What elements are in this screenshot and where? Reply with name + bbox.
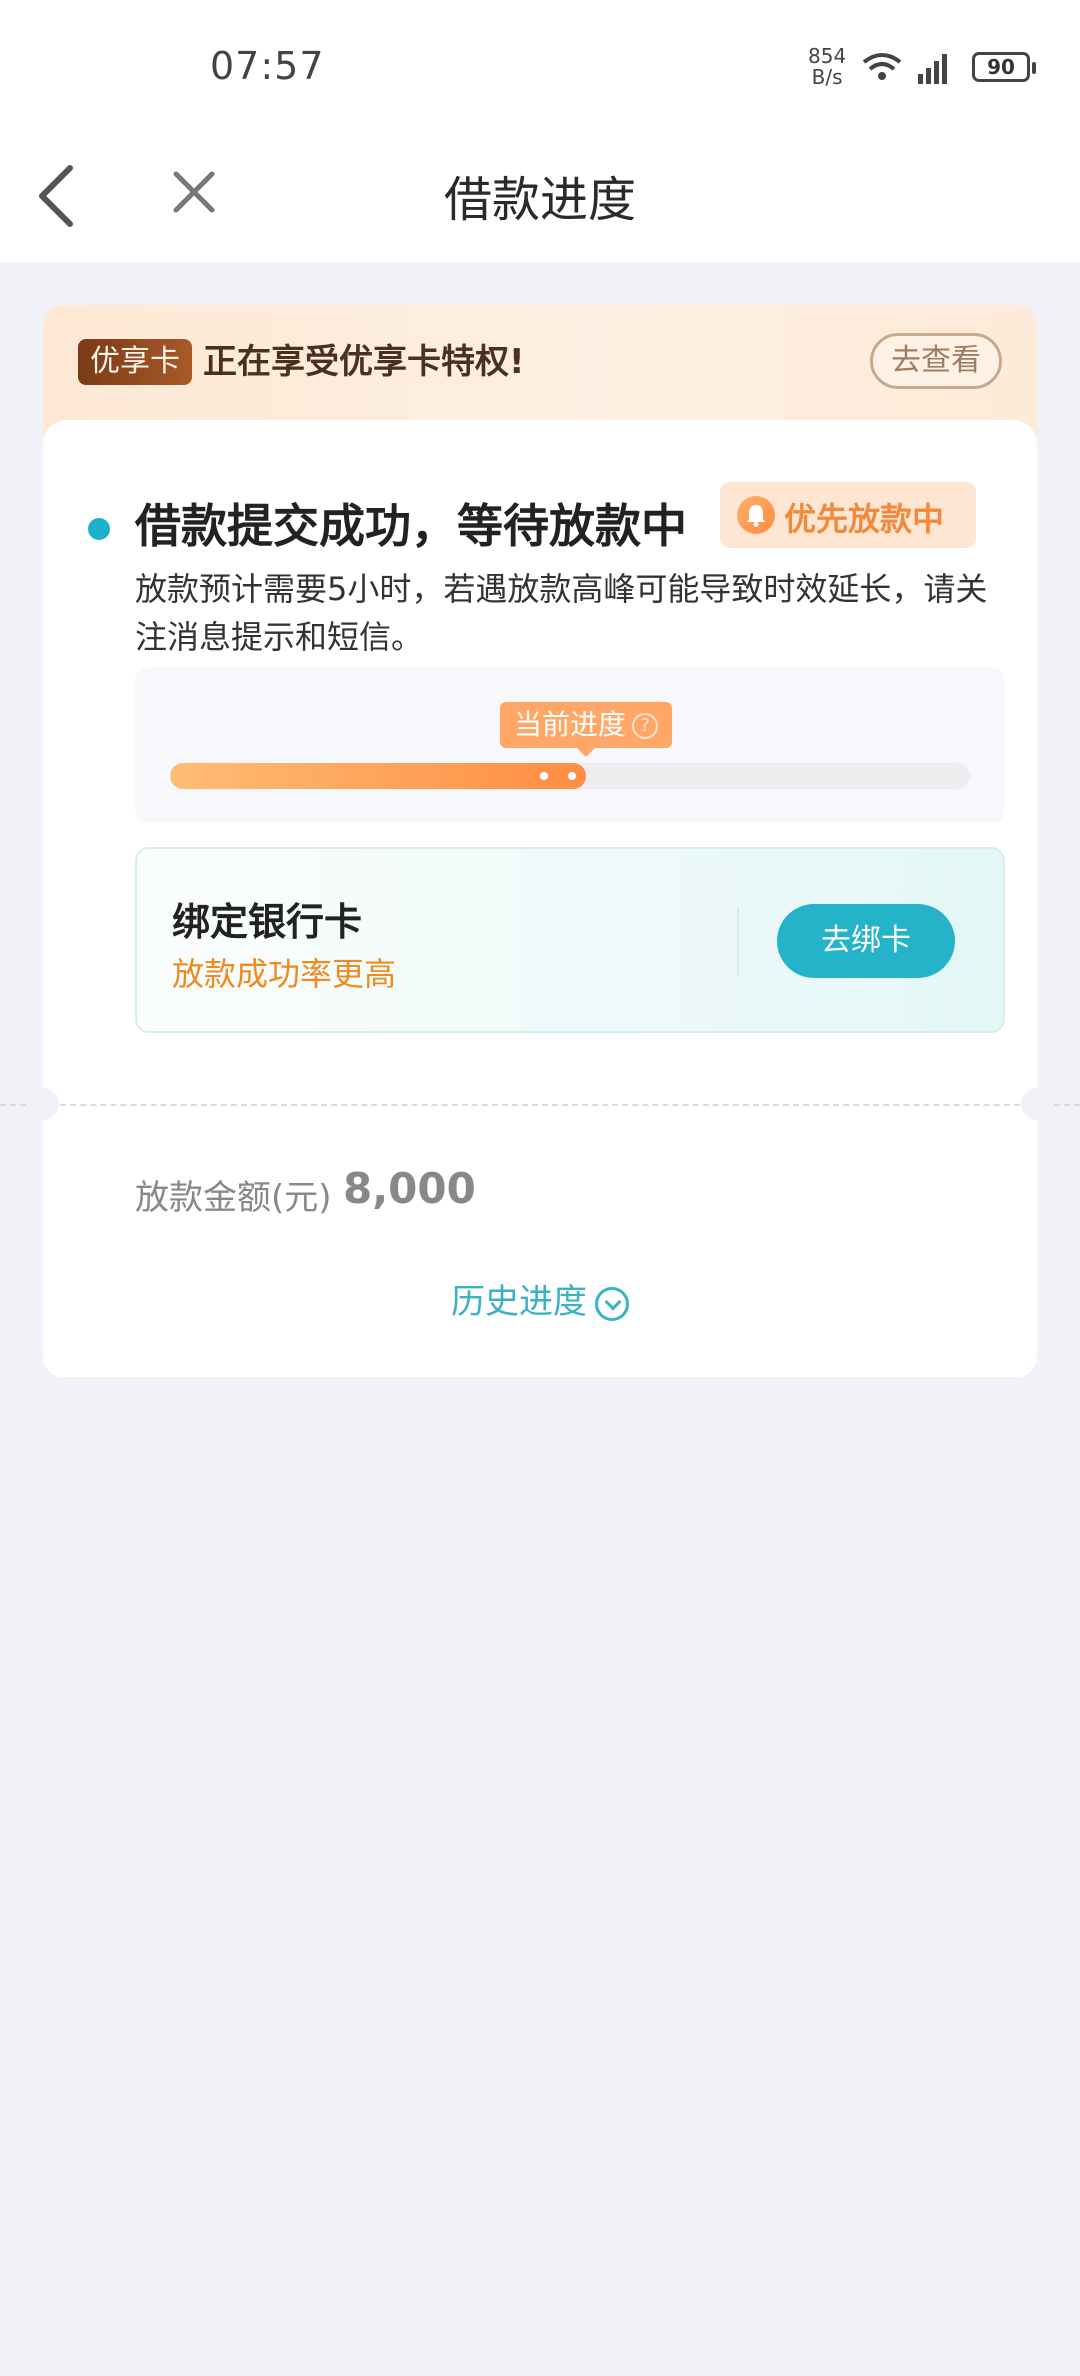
chevron-down-icon bbox=[595, 1286, 629, 1321]
divider bbox=[737, 907, 739, 977]
loan-status-description: 放款预计需要5小时，若遇放款高峰可能导致时效延长，请关注消息提示和短信。 bbox=[135, 570, 988, 656]
net-speed: 854 B/s bbox=[808, 44, 847, 89]
bind-card-panel: 绑定银行卡 放款成功率更高 去绑卡 bbox=[135, 847, 1005, 1033]
dashed-divider bbox=[0, 1104, 1080, 1106]
loan-status-title: 借款提交成功，等待放款中 bbox=[135, 499, 687, 553]
status-bar: 07:57 854 B/s 90 bbox=[0, 0, 1080, 130]
vip-banner-text: 正在享受优享卡特权! bbox=[203, 342, 525, 382]
priority-tag: 优先放款中 bbox=[720, 482, 976, 548]
bind-card-subtitle: 放款成功率更高 bbox=[172, 955, 397, 993]
battery-icon: 90 bbox=[972, 52, 1036, 82]
page-title: 借款进度 bbox=[443, 172, 636, 228]
bind-card-title: 绑定银行卡 bbox=[172, 900, 363, 944]
amount-value: 8,000 bbox=[343, 1164, 476, 1213]
current-progress-tag[interactable]: 当前进度? bbox=[500, 702, 673, 757]
wifi-icon bbox=[862, 53, 902, 80]
bind-card-button[interactable]: 去绑卡 bbox=[777, 904, 955, 978]
notch-left bbox=[27, 1088, 59, 1120]
progress-bar-fill bbox=[170, 763, 586, 789]
signal-icons bbox=[862, 53, 947, 84]
view-button[interactable]: 去查看 bbox=[870, 333, 1002, 389]
vip-badge: 优享卡 bbox=[78, 339, 192, 385]
status-dot bbox=[88, 518, 110, 540]
loan-status-panel: 借款提交成功，等待放款中 优先放款中 放款预计需要5小时，若遇放款高峰可能导致时… bbox=[43, 420, 1037, 1377]
amount-label: 放款金额(元) bbox=[135, 1178, 332, 1218]
bell-icon bbox=[737, 496, 775, 534]
notch-right bbox=[1021, 1088, 1053, 1120]
history-progress-link[interactable]: 历史进度 bbox=[0, 1274, 1080, 1323]
priority-tag-label: 优先放款中 bbox=[784, 500, 945, 538]
cellular-signal-icon bbox=[918, 54, 947, 84]
help-icon[interactable]: ? bbox=[632, 713, 659, 739]
status-time: 07:57 bbox=[210, 44, 325, 88]
progress-section: 当前进度? bbox=[135, 667, 1005, 823]
progress-bar bbox=[170, 763, 970, 789]
nav-bar: 借款进度 bbox=[0, 130, 1080, 262]
